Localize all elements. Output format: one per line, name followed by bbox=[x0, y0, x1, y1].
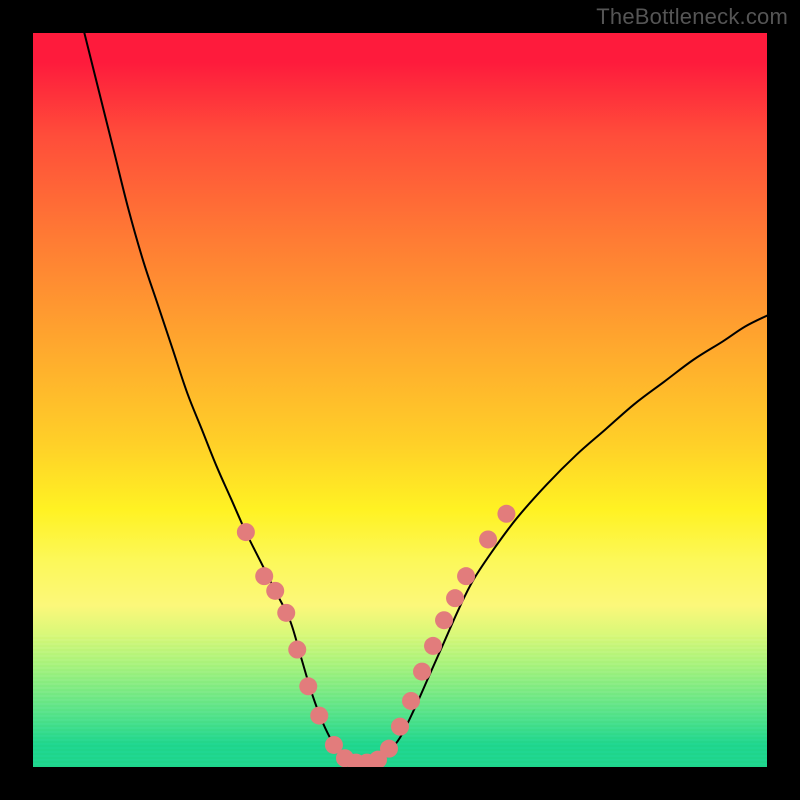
data-marker bbox=[413, 663, 431, 681]
chart-frame: TheBottleneck.com bbox=[0, 0, 800, 800]
data-marker bbox=[266, 582, 284, 600]
data-marker bbox=[380, 740, 398, 758]
data-marker bbox=[435, 611, 453, 629]
data-marker bbox=[497, 505, 515, 523]
data-marker bbox=[479, 530, 497, 548]
data-marker bbox=[299, 677, 317, 695]
watermark-text: TheBottleneck.com bbox=[596, 4, 788, 30]
data-marker bbox=[237, 523, 255, 541]
data-marker bbox=[424, 637, 442, 655]
data-marker bbox=[277, 604, 295, 622]
data-marker bbox=[391, 718, 409, 736]
chart-svg bbox=[33, 33, 767, 767]
data-marker bbox=[446, 589, 464, 607]
data-marker bbox=[255, 567, 273, 585]
marker-group bbox=[237, 505, 516, 767]
bottleneck-curve bbox=[84, 33, 767, 764]
data-marker bbox=[310, 707, 328, 725]
curve-group bbox=[84, 33, 767, 764]
data-marker bbox=[288, 641, 306, 659]
data-marker bbox=[457, 567, 475, 585]
data-marker bbox=[402, 692, 420, 710]
plot-area bbox=[33, 33, 767, 767]
